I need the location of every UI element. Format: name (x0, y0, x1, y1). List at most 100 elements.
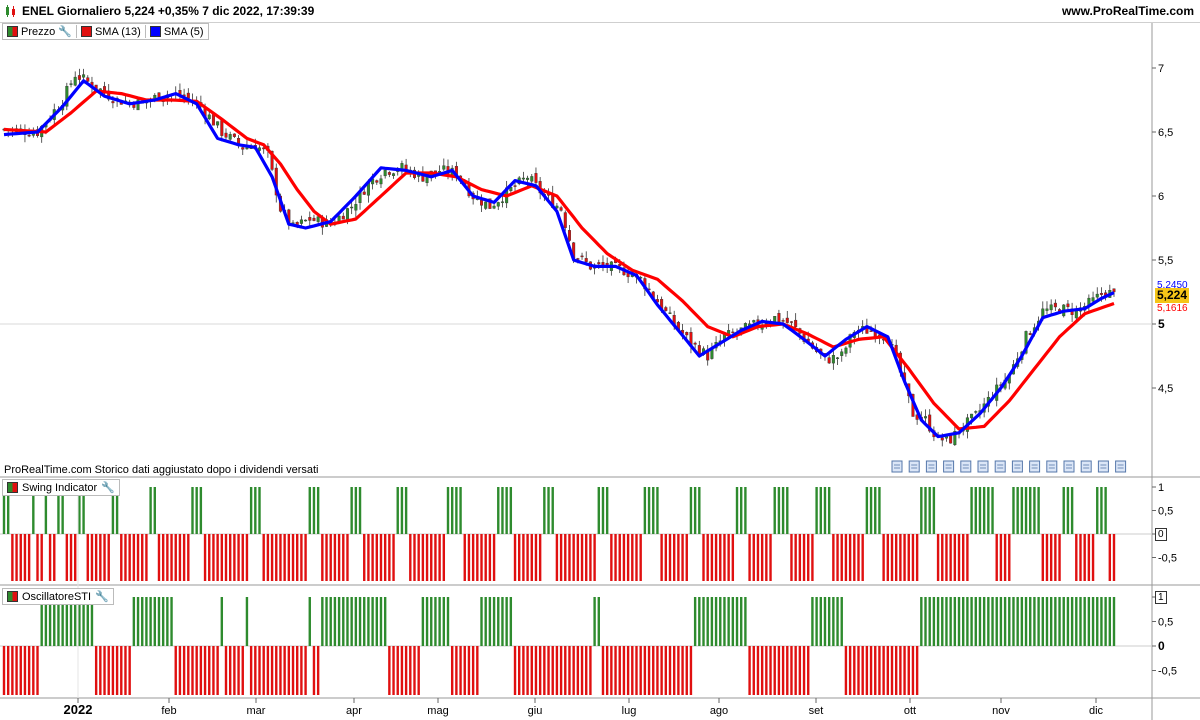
document-icon (1080, 460, 1092, 473)
sti-legend[interactable]: OscillatoreSTI 🔧 (2, 588, 114, 605)
sti-bar (404, 646, 408, 695)
swing-bar (668, 534, 672, 581)
sti-bar (660, 646, 663, 695)
swing-bar (966, 534, 969, 581)
swing-bar (199, 487, 203, 534)
swing-bar (99, 534, 102, 581)
sti-bar (652, 646, 655, 695)
swing-bar (94, 534, 98, 581)
sti-bar (6, 646, 10, 695)
sti-bar (279, 646, 282, 695)
swing-bar (1079, 534, 1082, 581)
sti-bar (492, 597, 496, 646)
sti-bar (1049, 597, 1053, 646)
swing-bar (819, 487, 822, 534)
legend-item-sma5[interactable]: SMA (5) (149, 25, 204, 38)
candle (664, 305, 668, 312)
swing-bar (471, 534, 475, 581)
sti-bar (928, 597, 931, 646)
sti-bar (832, 597, 835, 646)
swing-bar (161, 534, 165, 581)
sti-bar (982, 597, 986, 646)
swing-bar (555, 534, 559, 581)
swing-bar (1058, 534, 1061, 581)
legend-item-prezzo[interactable]: Prezzo 🔧 (7, 25, 72, 38)
sti-bar (1016, 597, 1019, 646)
sti-bar (848, 646, 852, 695)
swing-bar (132, 534, 136, 581)
candle (496, 201, 500, 211)
sti-bar (425, 597, 429, 646)
sti-bar (622, 646, 626, 695)
candle (379, 174, 383, 189)
swing-bar (614, 534, 617, 581)
candle (216, 121, 220, 129)
sti-bar (790, 646, 793, 695)
swing-bar (1108, 534, 1112, 581)
sti-bar (396, 646, 399, 695)
sti-bar (107, 646, 110, 695)
legend-label-sma5: SMA (5) (163, 25, 204, 38)
swing-bar (957, 534, 961, 581)
swing-bar (723, 534, 726, 581)
swing-bar (241, 534, 244, 581)
y-tick-label: -0,5 (1158, 666, 1177, 678)
swing-bar (178, 534, 182, 581)
candle-body (731, 331, 735, 334)
sti-bar (367, 597, 370, 646)
candle-body (1049, 304, 1053, 311)
swing-bar (488, 534, 492, 581)
sti-bar (182, 646, 186, 695)
swing-bar (773, 487, 776, 534)
candle-body (383, 169, 387, 177)
swing-bar (857, 534, 860, 581)
sti-bar (744, 597, 747, 646)
sti-bar (689, 646, 693, 695)
chart-canvas[interactable]: 7 6,5 6 5,5 5 4,5 1 0,5 -0,5 0,5 0 -0,5 2022 feb mar ap… (0, 0, 1200, 720)
candle-body (86, 77, 90, 82)
sti-title: OscillatoreSTI (22, 590, 92, 603)
sti-bar (291, 646, 295, 695)
sti-bar (15, 646, 18, 695)
sti-bar (450, 646, 454, 695)
swing-bar (430, 534, 433, 581)
sti-bar (19, 646, 22, 695)
swing-bar (626, 534, 630, 581)
wrench-icon[interactable]: 🔧 (101, 481, 115, 494)
candle-body (836, 357, 840, 359)
wrench-icon[interactable]: 🔧 (58, 25, 72, 38)
sti-bar (957, 597, 961, 646)
swing-legend[interactable]: Swing Indicator 🔧 (2, 479, 120, 496)
sti-bar (543, 646, 546, 695)
legend-item-sma13[interactable]: SMA (13) (80, 26, 141, 38)
sti-bar (865, 646, 869, 695)
sti-bar (740, 597, 743, 646)
swing-bar (1096, 487, 1099, 534)
swing-bar (513, 534, 517, 581)
candle-body (492, 205, 496, 209)
sti-bar (124, 646, 127, 695)
swing-bar (40, 534, 43, 581)
swing-bar (777, 487, 781, 534)
candle-body (567, 230, 571, 241)
legend-label-prezzo: Prezzo (21, 25, 56, 38)
sti-bar (413, 646, 416, 695)
sti-bar (773, 646, 776, 695)
candle-body (392, 173, 396, 176)
swing-bar (1037, 487, 1040, 534)
sti-bar (371, 597, 374, 646)
price-legend[interactable]: Prezzo 🔧 SMA (13) SMA (5) (2, 23, 209, 40)
sti-bar (555, 646, 559, 695)
prezzo-swatch-icon (7, 26, 18, 37)
swing-bar (1008, 534, 1011, 581)
swing-bar (580, 534, 584, 581)
wrench-icon[interactable]: 🔧 (95, 590, 109, 603)
candle-body (555, 205, 559, 209)
sti-bar (120, 646, 123, 695)
candle-body (1095, 293, 1099, 298)
swing-bar (802, 534, 806, 581)
sti-bar (136, 597, 140, 646)
candle (1095, 287, 1099, 300)
sti-bar (266, 646, 270, 695)
swing-bar (886, 534, 890, 581)
